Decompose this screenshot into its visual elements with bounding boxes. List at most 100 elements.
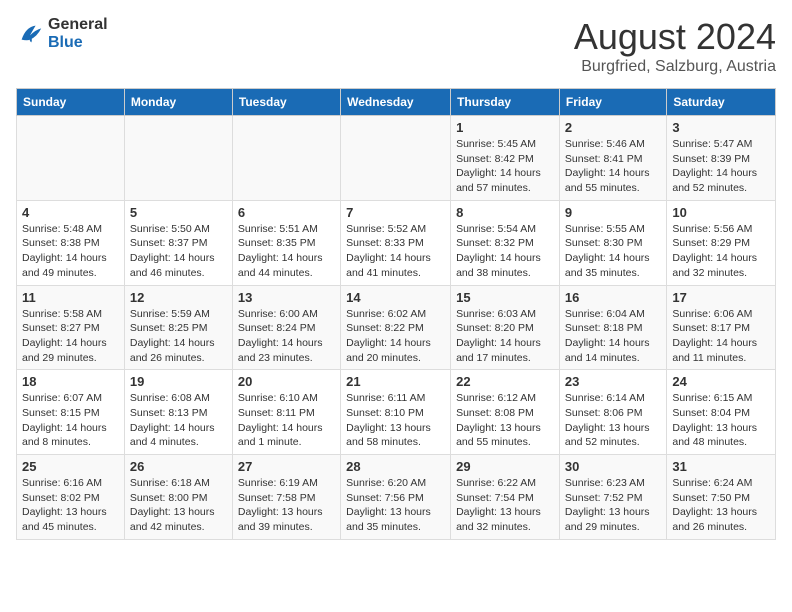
- calendar-week-1: 1 Sunrise: 5:45 AMSunset: 8:42 PMDaylight…: [17, 116, 776, 201]
- day-number: 12: [130, 290, 227, 305]
- calendar-cell: 9Sunrise: 5:55 AMSunset: 8:30 PMDaylight…: [559, 200, 666, 285]
- page-header: General Blue August 2024 Burgfried, Salz…: [16, 16, 776, 76]
- day-info: Sunrise: 6:10 AMSunset: 8:11 PMDaylight:…: [238, 391, 335, 450]
- day-info: Sunrise: 6:20 AMSunset: 7:56 PMDaylight:…: [346, 476, 445, 535]
- logo-icon: [16, 20, 44, 48]
- day-number: 16: [565, 290, 661, 305]
- calendar-cell: 26 Sunrise: 6:18 AMSunset: 8:00 PMDayligh…: [124, 455, 232, 540]
- day-info: Sunrise: 6:15 AMSunset: 8:04 PMDaylight:…: [672, 391, 770, 450]
- calendar-cell: 17 Sunrise: 6:06 AMSunset: 8:17 PMDayligh…: [667, 285, 776, 370]
- calendar-cell: 22 Sunrise: 6:12 AMSunset: 8:08 PMDayligh…: [451, 370, 560, 455]
- weekday-header-friday: Friday: [559, 89, 666, 116]
- calendar-cell: 16 Sunrise: 6:04 AMSunset: 8:18 PMDayligh…: [559, 285, 666, 370]
- day-number: 26: [130, 459, 227, 474]
- calendar-cell: 11 Sunrise: 5:58 AMSunset: 8:27 PMDayligh…: [17, 285, 125, 370]
- day-info: Sunrise: 5:58 AMSunset: 8:27 PMDaylight:…: [22, 307, 119, 366]
- day-number: 18: [22, 374, 119, 389]
- weekday-header-tuesday: Tuesday: [232, 89, 340, 116]
- day-number: 29: [456, 459, 554, 474]
- day-info: Sunrise: 6:22 AMSunset: 7:54 PMDaylight:…: [456, 476, 554, 535]
- calendar-cell: 3 Sunrise: 5:47 AMSunset: 8:39 PMDaylight…: [667, 116, 776, 201]
- calendar-week-4: 18Sunrise: 6:07 AMSunset: 8:15 PMDayligh…: [17, 370, 776, 455]
- day-info: Sunrise: 6:04 AMSunset: 8:18 PMDaylight:…: [565, 307, 661, 366]
- day-info: Sunrise: 6:06 AMSunset: 8:17 PMDaylight:…: [672, 307, 770, 366]
- weekday-header-row: SundayMondayTuesdayWednesdayThursdayFrid…: [17, 89, 776, 116]
- logo-text: General Blue: [48, 16, 108, 52]
- day-number: 25: [22, 459, 119, 474]
- day-number: 17: [672, 290, 770, 305]
- day-info: Sunrise: 5:47 AMSunset: 8:39 PMDaylight:…: [672, 137, 770, 196]
- calendar-week-3: 11 Sunrise: 5:58 AMSunset: 8:27 PMDayligh…: [17, 285, 776, 370]
- day-number: 23: [565, 374, 661, 389]
- calendar-cell: 20 Sunrise: 6:10 AMSunset: 8:11 PMDayligh…: [232, 370, 340, 455]
- day-number: 11: [22, 290, 119, 305]
- day-number: 22: [456, 374, 554, 389]
- day-info: Sunrise: 5:52 AMSunset: 8:33 PMDaylight:…: [346, 222, 445, 281]
- calendar-cell: 19Sunrise: 6:08 AMSunset: 8:13 PMDayligh…: [124, 370, 232, 455]
- weekday-header-saturday: Saturday: [667, 89, 776, 116]
- day-info: Sunrise: 6:23 AMSunset: 7:52 PMDaylight:…: [565, 476, 661, 535]
- calendar-cell: 6 Sunrise: 5:51 AMSunset: 8:35 PMDaylight…: [232, 200, 340, 285]
- day-number: 31: [672, 459, 770, 474]
- day-number: 14: [346, 290, 445, 305]
- day-number: 20: [238, 374, 335, 389]
- day-number: 21: [346, 374, 445, 389]
- day-info: Sunrise: 5:51 AMSunset: 8:35 PMDaylight:…: [238, 222, 335, 281]
- day-info: Sunrise: 6:03 AMSunset: 8:20 PMDaylight:…: [456, 307, 554, 366]
- day-info: Sunrise: 5:50 AMSunset: 8:37 PMDaylight:…: [130, 222, 227, 281]
- day-info: Sunrise: 5:59 AMSunset: 8:25 PMDaylight:…: [130, 307, 227, 366]
- day-number: 30: [565, 459, 661, 474]
- calendar-cell: 30 Sunrise: 6:23 AMSunset: 7:52 PMDayligh…: [559, 455, 666, 540]
- day-info: Sunrise: 5:54 AMSunset: 8:32 PMDaylight:…: [456, 222, 554, 281]
- calendar-cell: [17, 116, 125, 201]
- day-number: 4: [22, 205, 119, 220]
- day-number: 13: [238, 290, 335, 305]
- calendar-cell: 10Sunrise: 5:56 AMSunset: 8:29 PMDayligh…: [667, 200, 776, 285]
- day-number: 6: [238, 205, 335, 220]
- calendar-table: SundayMondayTuesdayWednesdayThursdayFrid…: [16, 88, 776, 540]
- calendar-week-5: 25 Sunrise: 6:16 AMSunset: 8:02 PMDayligh…: [17, 455, 776, 540]
- day-info: Sunrise: 6:19 AMSunset: 7:58 PMDaylight:…: [238, 476, 335, 535]
- calendar-cell: [124, 116, 232, 201]
- calendar-cell: 23Sunrise: 6:14 AMSunset: 8:06 PMDayligh…: [559, 370, 666, 455]
- calendar-cell: 5 Sunrise: 5:50 AMSunset: 8:37 PMDaylight…: [124, 200, 232, 285]
- month-title: August 2024: [574, 16, 776, 58]
- day-info: Sunrise: 6:16 AMSunset: 8:02 PMDaylight:…: [22, 476, 119, 535]
- calendar-cell: 12 Sunrise: 5:59 AMSunset: 8:25 PMDayligh…: [124, 285, 232, 370]
- calendar-cell: 24Sunrise: 6:15 AMSunset: 8:04 PMDayligh…: [667, 370, 776, 455]
- calendar-cell: 7 Sunrise: 5:52 AMSunset: 8:33 PMDaylight…: [341, 200, 451, 285]
- location-subtitle: Burgfried, Salzburg, Austria: [574, 58, 776, 76]
- title-block: August 2024 Burgfried, Salzburg, Austria: [574, 16, 776, 76]
- calendar-cell: 27 Sunrise: 6:19 AMSunset: 7:58 PMDayligh…: [232, 455, 340, 540]
- calendar-cell: 29 Sunrise: 6:22 AMSunset: 7:54 PMDayligh…: [451, 455, 560, 540]
- day-number: 10: [672, 205, 770, 220]
- day-number: 2: [565, 120, 661, 135]
- calendar-cell: 2 Sunrise: 5:46 AMSunset: 8:41 PMDaylight…: [559, 116, 666, 201]
- day-info: Sunrise: 6:11 AMSunset: 8:10 PMDaylight:…: [346, 391, 445, 450]
- calendar-cell: 8 Sunrise: 5:54 AMSunset: 8:32 PMDaylight…: [451, 200, 560, 285]
- day-number: 8: [456, 205, 554, 220]
- calendar-cell: 1 Sunrise: 5:45 AMSunset: 8:42 PMDaylight…: [451, 116, 560, 201]
- day-info: Sunrise: 6:00 AMSunset: 8:24 PMDaylight:…: [238, 307, 335, 366]
- day-number: 3: [672, 120, 770, 135]
- day-number: 9: [565, 205, 661, 220]
- day-number: 15: [456, 290, 554, 305]
- day-info: Sunrise: 5:46 AMSunset: 8:41 PMDaylight:…: [565, 137, 661, 196]
- day-number: 1: [456, 120, 554, 135]
- day-info: Sunrise: 5:45 AMSunset: 8:42 PMDaylight:…: [456, 137, 554, 196]
- day-number: 7: [346, 205, 445, 220]
- calendar-cell: 31Sunrise: 6:24 AMSunset: 7:50 PMDayligh…: [667, 455, 776, 540]
- calendar-cell: 18Sunrise: 6:07 AMSunset: 8:15 PMDayligh…: [17, 370, 125, 455]
- weekday-header-thursday: Thursday: [451, 89, 560, 116]
- calendar-cell: 15 Sunrise: 6:03 AMSunset: 8:20 PMDayligh…: [451, 285, 560, 370]
- day-number: 5: [130, 205, 227, 220]
- day-info: Sunrise: 6:18 AMSunset: 8:00 PMDaylight:…: [130, 476, 227, 535]
- calendar-cell: 13 Sunrise: 6:00 AMSunset: 8:24 PMDayligh…: [232, 285, 340, 370]
- day-info: Sunrise: 6:12 AMSunset: 8:08 PMDaylight:…: [456, 391, 554, 450]
- calendar-cell: 21 Sunrise: 6:11 AMSunset: 8:10 PMDayligh…: [341, 370, 451, 455]
- day-number: 27: [238, 459, 335, 474]
- day-info: Sunrise: 6:02 AMSunset: 8:22 PMDaylight:…: [346, 307, 445, 366]
- calendar-cell: [232, 116, 340, 201]
- calendar-cell: 14 Sunrise: 6:02 AMSunset: 8:22 PMDayligh…: [341, 285, 451, 370]
- weekday-header-sunday: Sunday: [17, 89, 125, 116]
